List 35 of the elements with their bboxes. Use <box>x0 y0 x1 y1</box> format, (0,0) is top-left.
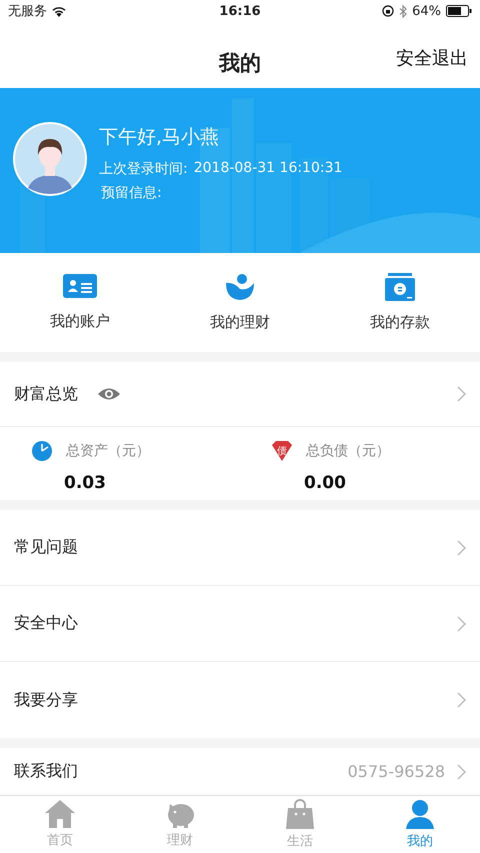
contact-label: 联系我们 <box>14 761 78 782</box>
shortcut-button[interactable]: 我的账户 <box>0 253 160 352</box>
battery-icon <box>446 5 472 17</box>
carrier-text: 无服务 <box>8 3 47 20</box>
shortcut-button[interactable]: 我的理财 <box>160 253 320 352</box>
clock-text: 16:16 <box>219 4 261 18</box>
bluetooth-icon <box>399 4 408 18</box>
chevron-right-icon <box>457 692 466 708</box>
last-login-label: 上次登录时间: <box>99 160 188 178</box>
greeting-text: 下午好,马小燕 <box>99 125 220 150</box>
shopping-bag-icon <box>285 799 315 829</box>
stat-label: 总资产（元） <box>66 442 150 460</box>
chevron-right-icon <box>457 540 466 556</box>
id-card-icon <box>63 274 97 300</box>
stat-value: 0.00 <box>304 473 347 493</box>
avatar-icon <box>13 122 87 196</box>
reserved-info-label: 预留信息: <box>101 184 163 202</box>
logout-button[interactable]: 安全退出 <box>396 46 468 70</box>
chevron-right-icon <box>457 764 466 780</box>
home-icon <box>45 800 75 828</box>
eye-icon[interactable] <box>98 387 120 401</box>
shortcut-button[interactable]: 我的存款 <box>320 253 480 352</box>
rotation-lock-icon <box>382 5 394 17</box>
person-icon <box>405 799 435 829</box>
stat-value: 0.03 <box>64 473 107 493</box>
page-title: 我的 <box>219 50 261 77</box>
cash-icon <box>385 273 415 301</box>
hands-icon <box>224 273 256 301</box>
chevron-right-icon <box>457 616 466 632</box>
wealth-title: 财富总览 <box>14 384 78 404</box>
battery-text: 64% <box>412 4 441 18</box>
stat-label: 总负债（元） <box>306 442 390 460</box>
wifi-icon <box>52 6 66 16</box>
debt-icon: 债 <box>272 441 292 461</box>
last-login-time: 2018-08-31 16:10:31 <box>194 160 342 178</box>
